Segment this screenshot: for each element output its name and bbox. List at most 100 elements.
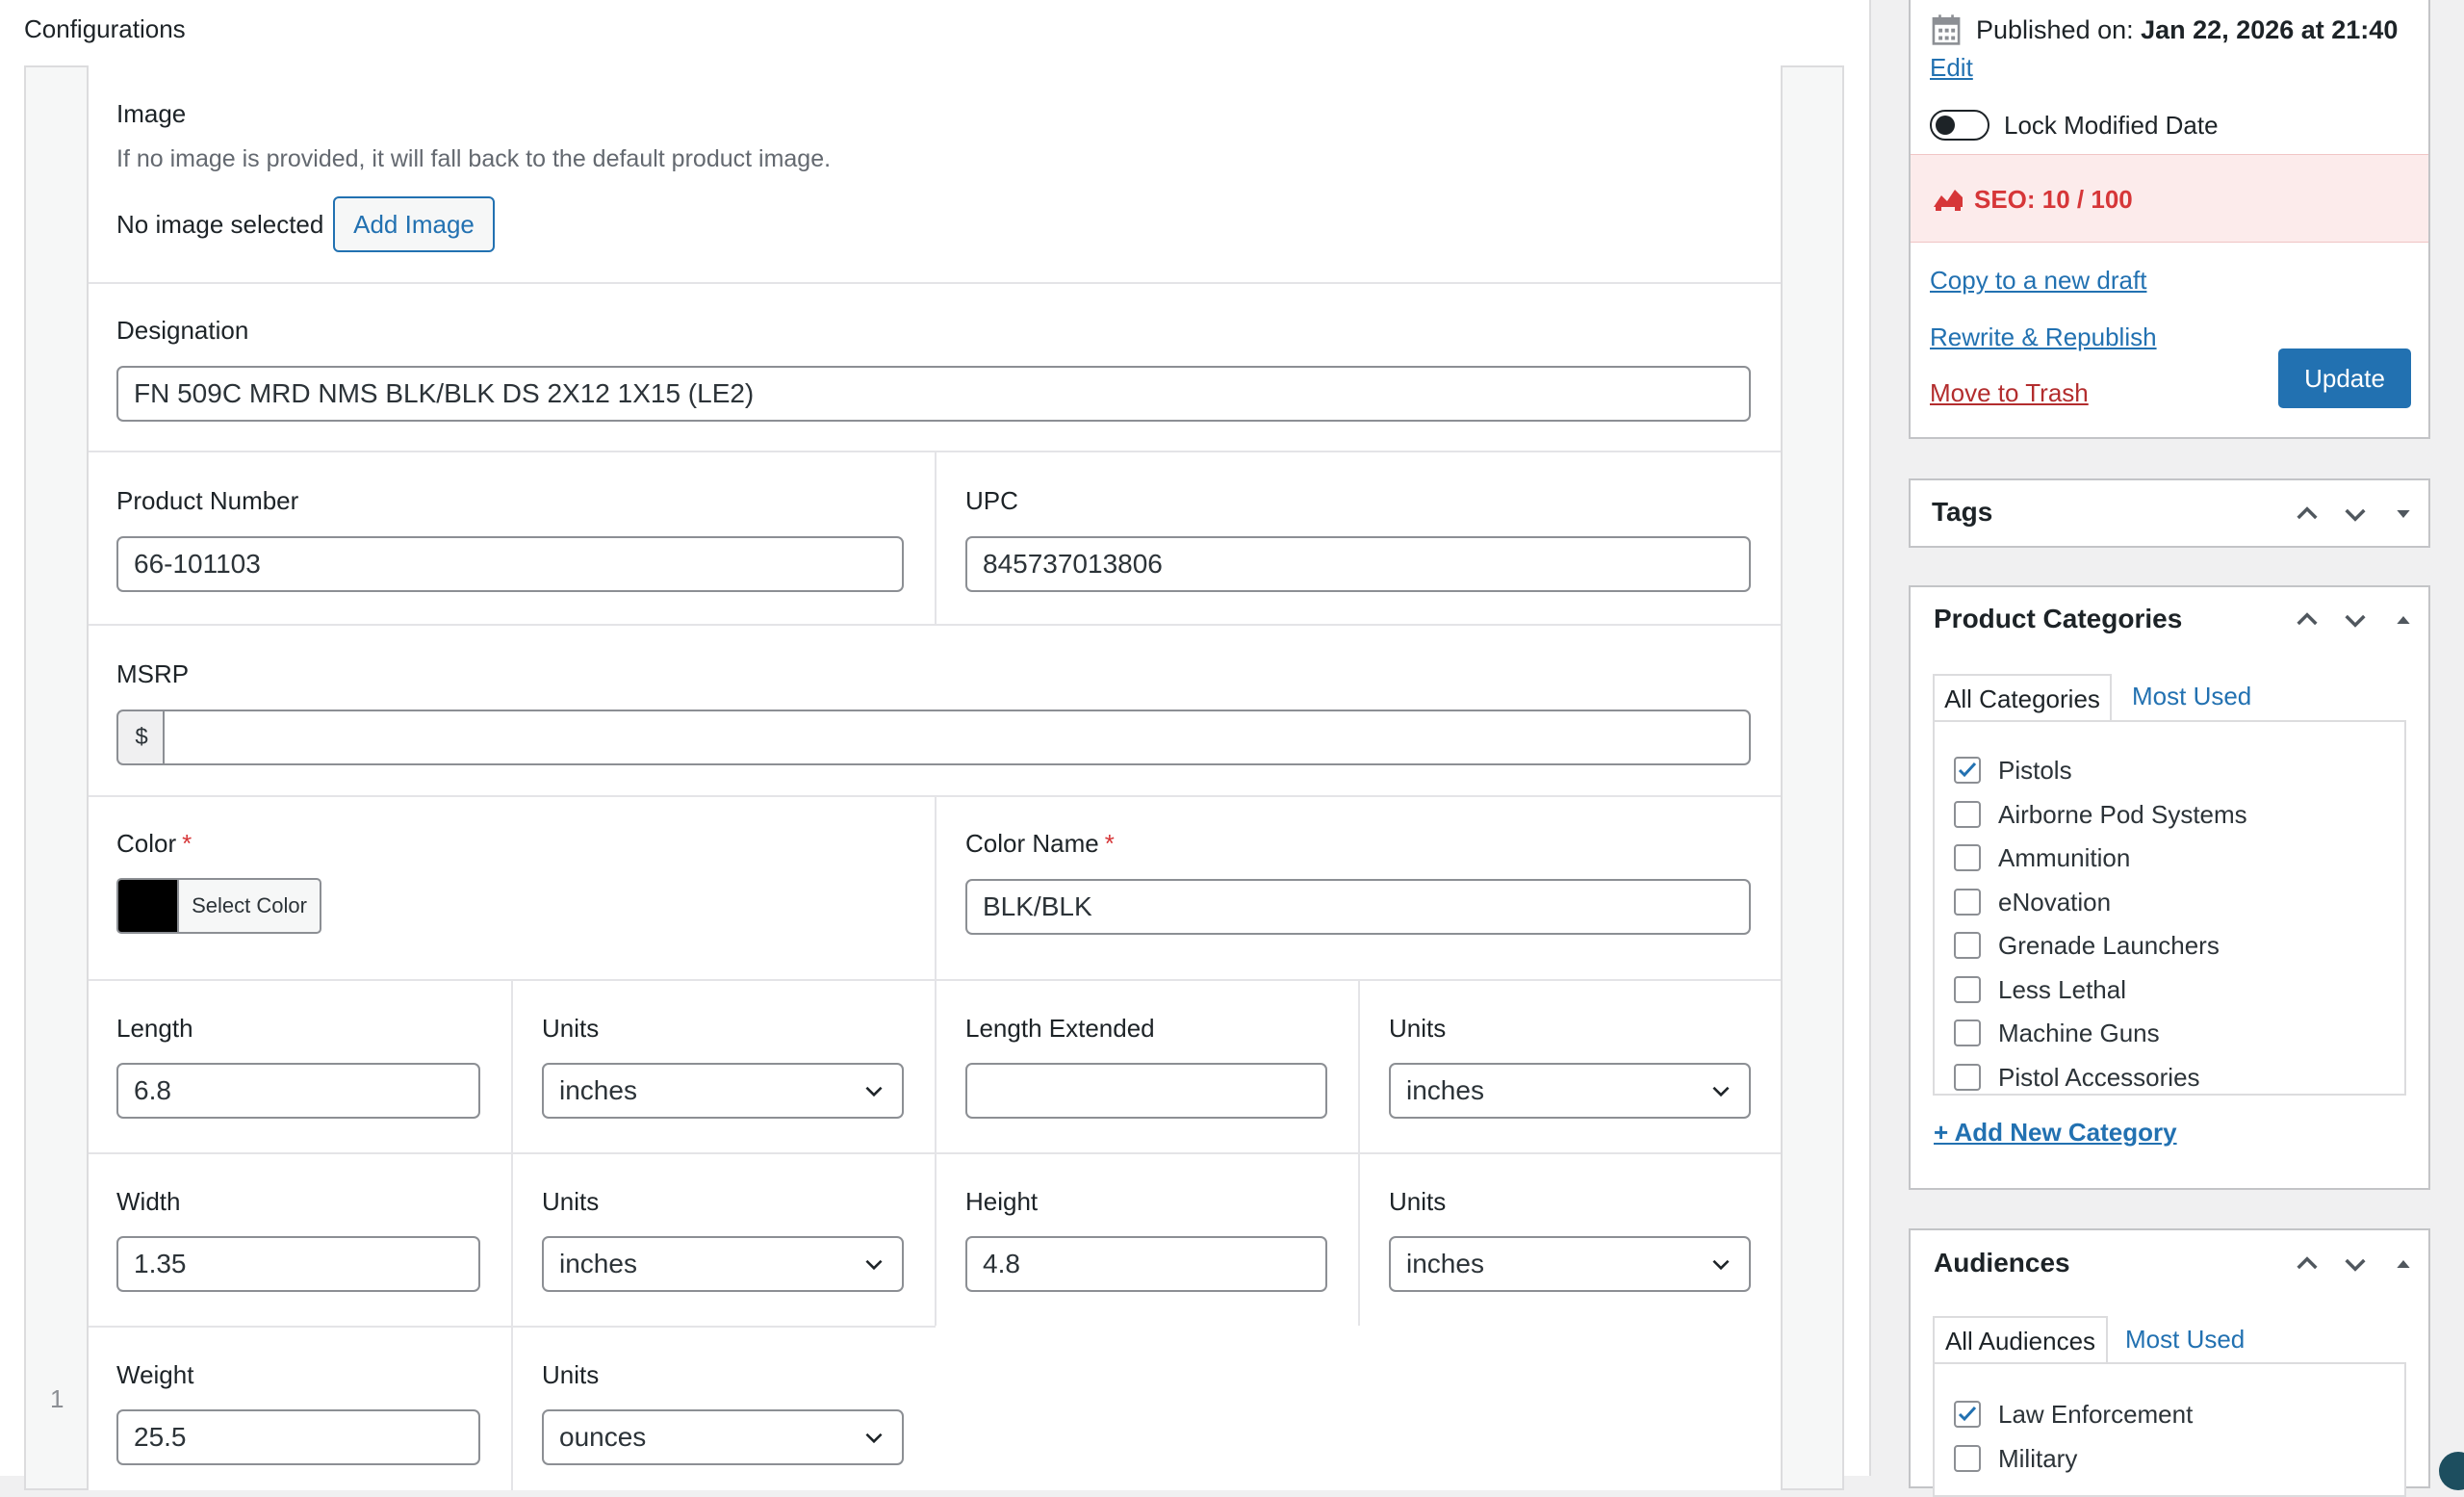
tags-panel-title[interactable]: Tags: [1932, 497, 1992, 528]
upc-input[interactable]: 845737013806: [965, 536, 1751, 592]
checkbox[interactable]: [1954, 932, 1981, 959]
checkbox[interactable]: [1954, 1401, 1981, 1428]
category-item-airborne-pod-systems[interactable]: Airborne Pod Systems: [1954, 798, 2247, 831]
checkbox[interactable]: [1954, 1445, 1981, 1472]
checkmark-icon: [1958, 1406, 1977, 1422]
move-up-icon[interactable]: [2292, 1249, 2323, 1279]
add-new-category-link[interactable]: + Add New Category: [1934, 1118, 2177, 1148]
weight-units-value: ounces: [559, 1422, 647, 1452]
required-marker: *: [1104, 829, 1115, 858]
category-item-grenade-launchers[interactable]: Grenade Launchers: [1954, 929, 2220, 962]
audiences-checklist[interactable]: Law Enforcement Military: [1933, 1362, 2406, 1497]
length-units-select[interactable]: inches: [542, 1063, 904, 1119]
length-extended-input[interactable]: [965, 1063, 1327, 1119]
divider: [511, 979, 513, 1490]
width-units-select[interactable]: inches: [542, 1236, 904, 1292]
tab-all-audiences[interactable]: All Audiences: [1933, 1316, 2108, 1364]
image-help-text: If no image is provided, it will fall ba…: [116, 145, 832, 172]
category-label: Pistol Accessories: [1998, 1062, 2200, 1092]
rewrite-republish-link[interactable]: Rewrite & Republish: [1930, 323, 2157, 352]
category-item-ammunition[interactable]: Ammunition: [1954, 841, 2130, 874]
chevron-down-icon: [865, 1086, 883, 1097]
category-item-pistol-accessories[interactable]: Pistol Accessories: [1954, 1061, 2200, 1094]
chevron-down-icon: [1712, 1259, 1730, 1271]
category-label: Ammunition: [1998, 842, 2131, 872]
width-units-label: Units: [542, 1187, 600, 1216]
height-units-value: inches: [1406, 1249, 1484, 1278]
length-extended-units-label: Units: [1389, 1014, 1447, 1043]
seo-score-icon: [1934, 190, 1963, 211]
checkbox[interactable]: [1954, 1064, 1981, 1091]
color-swatch[interactable]: [118, 880, 179, 932]
seo-score-text[interactable]: SEO: 10 / 100: [1974, 185, 2133, 215]
category-item-machine-guns[interactable]: Machine Guns: [1954, 1017, 2160, 1049]
calendar-icon: [1932, 14, 1961, 45]
audience-label: Law Enforcement: [1998, 1399, 2194, 1429]
add-image-button[interactable]: Add Image: [333, 196, 495, 252]
move-down-icon[interactable]: [2340, 605, 2371, 635]
published-date: Jan 22, 2026 at 21:40: [2141, 15, 2399, 44]
audience-label: Military: [1998, 1443, 2078, 1473]
select-color-label[interactable]: Select Color: [179, 880, 320, 932]
height-units-select[interactable]: inches: [1389, 1236, 1751, 1292]
divider: [89, 624, 1781, 626]
audience-item-military[interactable]: Military: [1954, 1442, 2077, 1475]
categories-checklist[interactable]: Pistols Airborne Pod Systems Ammunition …: [1933, 720, 2406, 1096]
checkmark-icon: [1958, 761, 1977, 778]
weight-input[interactable]: 25.5: [116, 1409, 480, 1465]
weight-units-select[interactable]: ounces: [542, 1409, 904, 1465]
product-categories-title[interactable]: Product Categories: [1934, 604, 2182, 634]
select-color-button[interactable]: Select Color: [116, 878, 321, 934]
move-to-trash-link[interactable]: Move to Trash: [1930, 378, 2089, 408]
toggle-panel-icon[interactable]: [2388, 499, 2419, 529]
category-item-less-lethal[interactable]: Less Lethal: [1954, 973, 2126, 1006]
tab-most-used-categories[interactable]: Most Used: [2132, 682, 2251, 711]
height-input[interactable]: 4.8: [965, 1236, 1327, 1292]
category-label: Grenade Launchers: [1998, 930, 2220, 960]
move-up-icon[interactable]: [2292, 605, 2323, 635]
toggle-panel-icon[interactable]: [2388, 1249, 2419, 1279]
category-label: Less Lethal: [1998, 974, 2126, 1004]
move-down-icon[interactable]: [2340, 499, 2371, 529]
length-extended-units-select[interactable]: inches: [1389, 1063, 1751, 1119]
category-label: Pistols: [1998, 755, 2072, 785]
designation-input[interactable]: FN 509C MRD NMS BLK/BLK DS 2X12 1X15 (LE…: [116, 366, 1751, 422]
published-label: Published on:: [1976, 15, 2134, 44]
category-item-enovation[interactable]: eNovation: [1954, 886, 2111, 918]
color-label: Color *: [116, 829, 192, 858]
checkbox[interactable]: [1954, 757, 1981, 784]
divider: [935, 795, 937, 979]
checkbox[interactable]: [1954, 889, 1981, 916]
row-index[interactable]: 1: [50, 1384, 64, 1414]
color-name-input[interactable]: BLK/BLK: [965, 879, 1751, 935]
update-button[interactable]: Update: [2278, 348, 2411, 408]
chevron-down-icon: [1712, 1086, 1730, 1097]
image-status: No image selected: [116, 210, 324, 239]
move-down-icon[interactable]: [2340, 1249, 2371, 1279]
tab-most-used-audiences[interactable]: Most Used: [2125, 1325, 2245, 1355]
width-units-value: inches: [559, 1249, 637, 1278]
width-input[interactable]: 1.35: [116, 1236, 480, 1292]
tab-all-categories[interactable]: All Categories: [1933, 674, 2112, 722]
toggle-panel-icon[interactable]: [2388, 605, 2419, 635]
chevron-down-icon: [865, 1432, 883, 1444]
checkbox[interactable]: [1954, 801, 1981, 828]
move-up-icon[interactable]: [2292, 499, 2323, 529]
divider: [1358, 979, 1360, 1326]
category-item-pistols[interactable]: Pistols: [1954, 754, 2072, 787]
lock-modified-date-toggle[interactable]: [1930, 110, 1989, 141]
lock-modified-date-label: Lock Modified Date: [2004, 111, 2219, 140]
audiences-title[interactable]: Audiences: [1934, 1248, 2070, 1278]
checkbox[interactable]: [1954, 844, 1981, 871]
edit-publish-date-link[interactable]: Edit: [1930, 53, 1973, 83]
copy-to-new-draft-link[interactable]: Copy to a new draft: [1930, 266, 2146, 296]
msrp-input[interactable]: [163, 710, 1751, 765]
length-input[interactable]: 6.8: [116, 1063, 480, 1119]
length-units-value: inches: [559, 1075, 637, 1105]
audience-item-law-enforcement[interactable]: Law Enforcement: [1954, 1398, 2193, 1431]
product-number-input[interactable]: 66-101103: [116, 536, 904, 592]
checkbox[interactable]: [1954, 1020, 1981, 1046]
category-label: eNovation: [1998, 887, 2112, 916]
checkbox[interactable]: [1954, 976, 1981, 1003]
color-name-label: Color Name *: [965, 829, 1115, 858]
